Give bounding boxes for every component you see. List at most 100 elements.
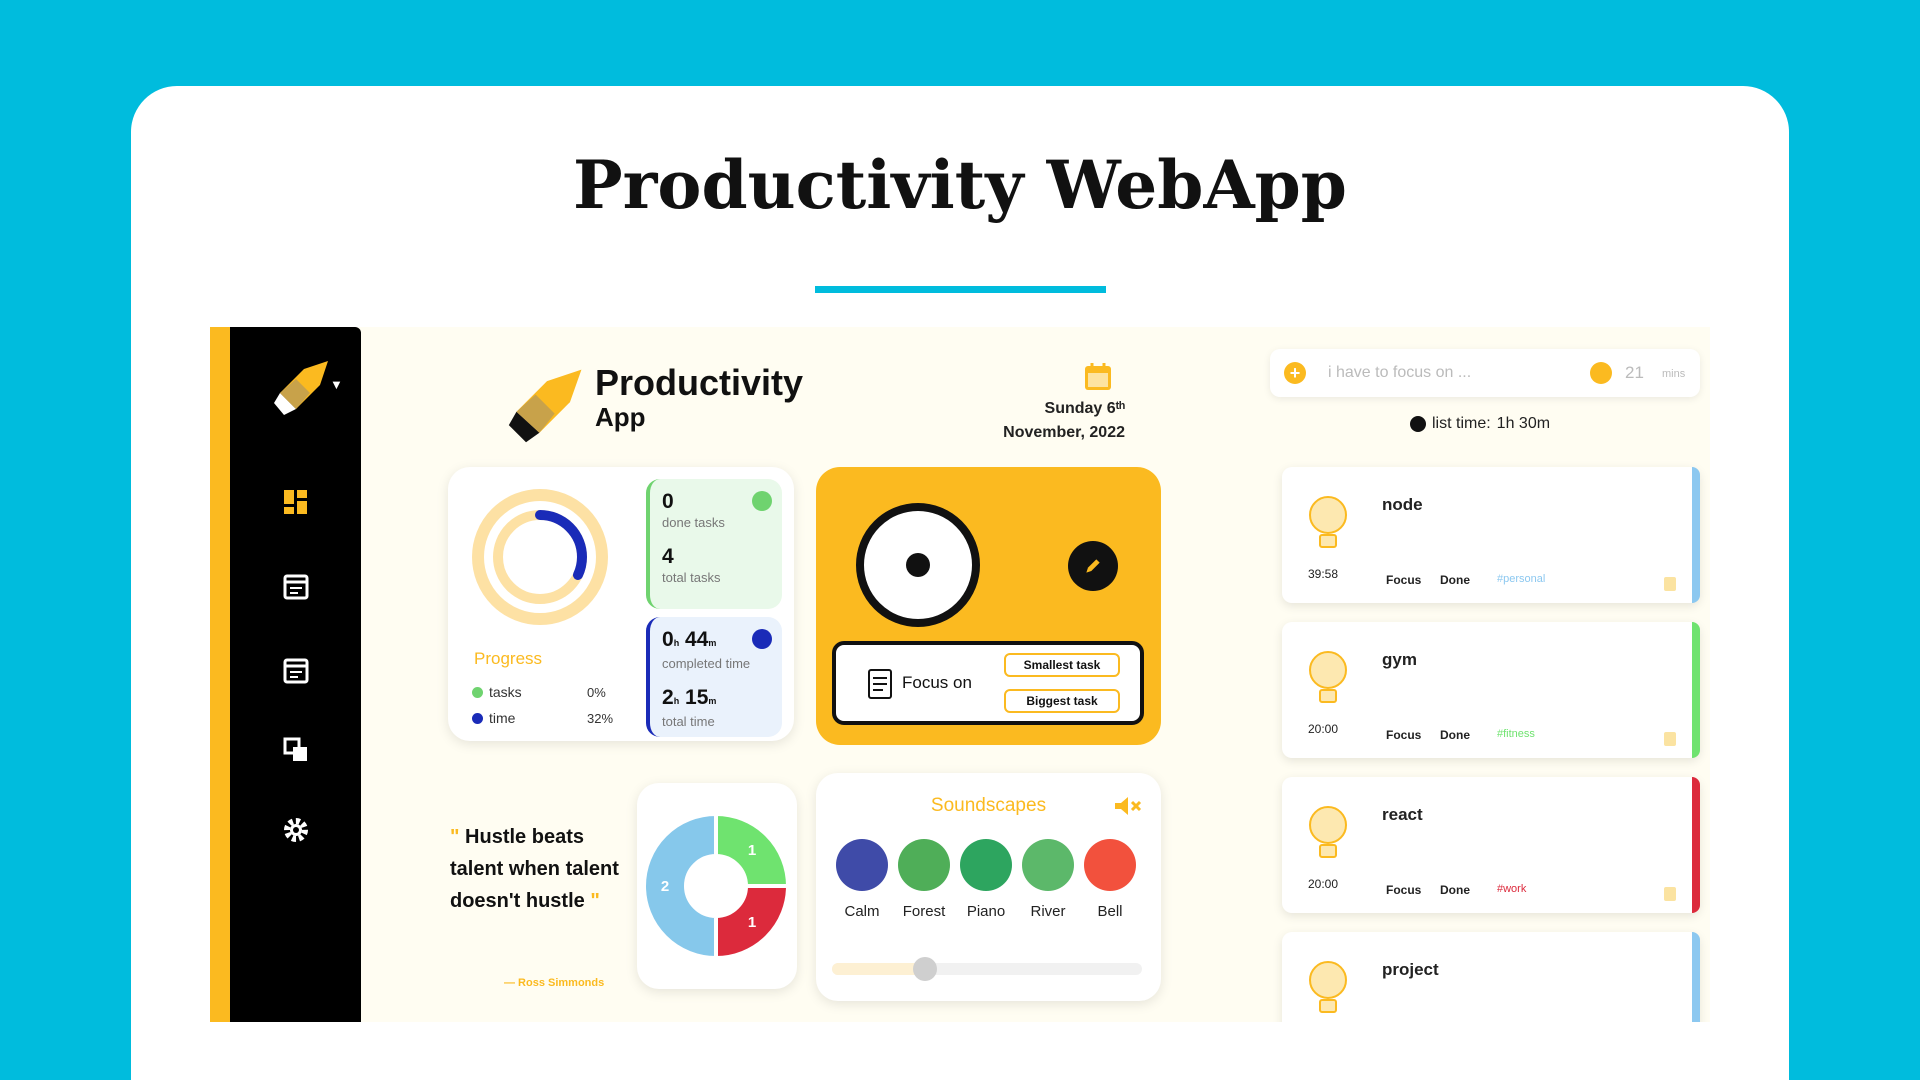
time-stats: 0h 44m completed time 2h 15m total time (646, 617, 782, 737)
task-done-button[interactable]: Done (1440, 573, 1470, 587)
chevron-down-icon[interactable]: ▼ (330, 377, 343, 392)
headline-underline (815, 286, 1106, 293)
focus-on-box: Focus on Smallest task Biggest task (832, 641, 1144, 725)
settings-gear-icon[interactable] (278, 812, 314, 848)
calendar-icon[interactable] (278, 568, 314, 604)
legend-label: time (489, 710, 516, 726)
task-timer: 20:00 (1308, 722, 1339, 736)
task-focus-button[interactable]: Focus (1386, 883, 1421, 897)
task-card[interactable]: react 20:00 Focus Done #work (1282, 777, 1700, 913)
quote-author: — Ross Simmonds (504, 977, 605, 989)
task-stats: 0 done tasks 4 total tasks (646, 479, 782, 609)
legend-value: 0% (587, 684, 606, 700)
task-card[interactable]: gym 20:00 Focus Done #fitness (1282, 622, 1700, 758)
task-done-button[interactable]: Done (1440, 728, 1470, 742)
dashboard-icon[interactable] (278, 484, 314, 520)
lightbulb-icon (1309, 651, 1347, 703)
quote-open-mark: " (450, 826, 460, 848)
total-tasks-count: 4 (662, 545, 674, 568)
task-name: react (1382, 805, 1423, 824)
sound-label: Forest (902, 903, 946, 920)
date-line-2: November, 2022 (1003, 424, 1125, 441)
task-color-bar (1692, 932, 1700, 1022)
schedule-icon[interactable] (278, 652, 314, 688)
mute-icon[interactable] (1113, 795, 1143, 817)
task-tag: #fitness (1497, 728, 1535, 740)
soundscapes-panel: Soundscapes Calm Forest Piano River Bell (816, 773, 1161, 1001)
legend-tasks: tasks 0% (472, 684, 606, 700)
tags-pie-panel: 1 1 2 (637, 783, 797, 989)
edit-button[interactable] (1068, 541, 1118, 591)
progress-ring (472, 489, 608, 625)
completed-time-label: completed time (662, 656, 751, 671)
legend-time: time 32% (472, 710, 613, 726)
forest-icon (898, 839, 950, 891)
task-tag: #work (1497, 883, 1527, 895)
task-card[interactable]: node 39:58 Focus Done #personal (1282, 467, 1700, 603)
done-tasks-label: done tasks (662, 515, 725, 530)
focus-minutes[interactable]: 21 (1625, 363, 1644, 383)
total-time-value: 2h 15m (662, 686, 717, 709)
app-screenshot: ▼ Productivity App Sunday 6ᵗʰ November, … (210, 327, 1710, 1022)
progress-title: Progress (474, 649, 543, 668)
trash-icon[interactable] (1664, 732, 1676, 746)
calendar-icon[interactable] (1083, 362, 1113, 392)
task-done-button[interactable]: Done (1440, 883, 1470, 897)
sound-piano[interactable]: Piano (958, 839, 1014, 920)
timer-clock[interactable] (856, 503, 980, 627)
pie-slice-label: 1 (748, 914, 756, 931)
task-timer: 20:00 (1308, 877, 1339, 891)
date-display: Sunday 6ᵗʰ November, 2022 (930, 362, 1125, 445)
clock-icon (752, 629, 772, 649)
sound-forest[interactable]: Forest (896, 839, 952, 920)
smallest-task-button[interactable]: Smallest task (1004, 653, 1120, 677)
focus-minutes-unit: mins (1662, 368, 1686, 380)
trash-icon[interactable] (1664, 577, 1676, 591)
lightbulb-icon (1309, 806, 1347, 858)
trash-icon[interactable] (1664, 887, 1676, 901)
volume-handle[interactable] (913, 957, 937, 981)
page-headline: Productivity WebApp (573, 146, 1347, 224)
task-color-bar (1692, 622, 1700, 758)
biggest-task-button[interactable]: Biggest task (1004, 689, 1120, 713)
task-timer: 39:58 (1308, 567, 1339, 581)
app-logo-icon[interactable] (270, 355, 334, 419)
pie-slice-label: 1 (748, 842, 756, 859)
task-name: project (1382, 960, 1439, 979)
layers-icon[interactable] (278, 732, 314, 768)
sound-calm[interactable]: Calm (834, 839, 890, 920)
river-icon (1022, 839, 1074, 891)
legend-dot (472, 712, 483, 724)
date-line-1: Sunday 6ᵗʰ (1044, 400, 1125, 417)
list-time: list time: 1h 30m (1410, 415, 1550, 433)
task-focus-button[interactable]: Focus (1386, 573, 1421, 587)
sound-label: Bell (1097, 903, 1123, 920)
list-time-label: list time: (1432, 415, 1491, 432)
focus-bar: + 21 mins (1270, 349, 1700, 397)
add-task-icon[interactable]: + (1284, 362, 1306, 384)
list-time-value: 1h 30m (1496, 415, 1551, 432)
sound-label: River (1030, 903, 1066, 920)
lightbulb-icon (1309, 496, 1347, 548)
focus-task-input[interactable] (1328, 359, 1588, 387)
total-time-label: total time (662, 714, 715, 729)
clock-icon (1590, 362, 1612, 384)
task-card[interactable]: project (1282, 932, 1700, 1022)
bell-icon (1084, 839, 1136, 891)
clock-icon (1410, 416, 1426, 432)
focus-on-label: Focus on (902, 673, 972, 692)
task-focus-button[interactable]: Focus (1386, 728, 1421, 742)
sidebar: ▼ (230, 327, 361, 1022)
progress-panel: Progress tasks 0% time 32% 0 done tasks … (448, 467, 794, 741)
sound-bell[interactable]: Bell (1082, 839, 1138, 920)
volume-slider[interactable] (832, 957, 1142, 981)
legend-value: 32% (587, 710, 614, 726)
check-icon (752, 491, 772, 511)
sound-river[interactable]: River (1020, 839, 1076, 920)
legend-label: tasks (489, 684, 522, 700)
focus-timer-panel: Focus on Smallest task Biggest task (816, 467, 1161, 745)
brand-title: Productivity (595, 362, 804, 403)
legend-dot (472, 686, 483, 698)
task-tag: #personal (1497, 573, 1546, 585)
task-name: gym (1382, 650, 1417, 669)
